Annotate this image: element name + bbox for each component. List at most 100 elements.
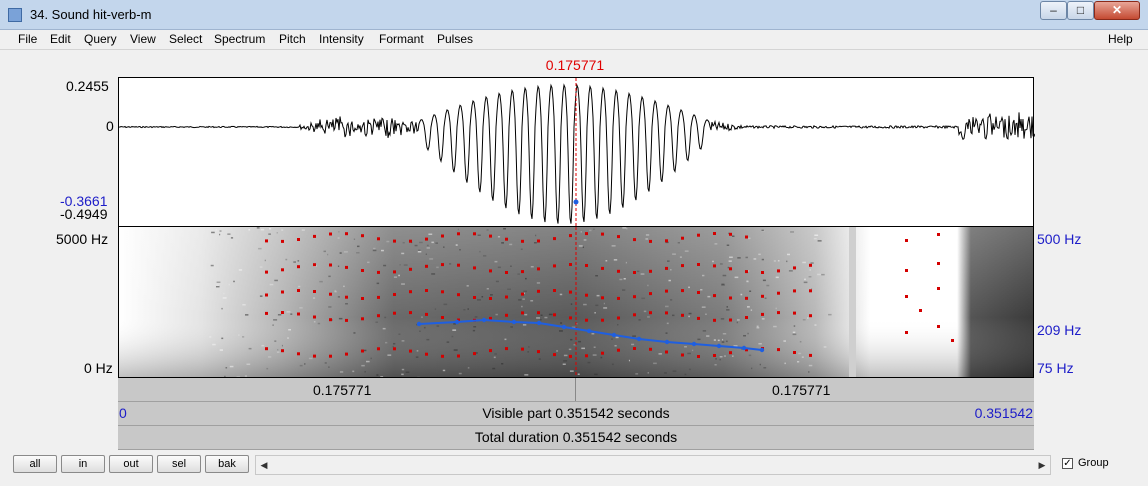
formant-point <box>761 312 764 316</box>
formant-point <box>313 315 316 319</box>
spectrogram-view[interactable] <box>118 227 1034 378</box>
spectrogram-speckle <box>732 235 735 237</box>
spectrogram-speckle <box>209 336 212 338</box>
time-scrollbar[interactable]: ◀ ▶ <box>255 455 1051 475</box>
spectrogram-speckle <box>272 324 274 326</box>
spectrogram-speckle <box>414 244 418 247</box>
formant-point <box>345 232 348 236</box>
menu-help[interactable]: Help <box>1108 32 1133 46</box>
group-checkbox[interactable]: ✓ <box>1062 458 1073 469</box>
spectrogram-svg[interactable] <box>119 227 1034 378</box>
spectrogram-speckle <box>495 313 498 316</box>
scroll-left-icon[interactable]: ◀ <box>257 457 271 473</box>
spectrogram-speckle <box>520 248 523 250</box>
spectrogram-speckle <box>722 333 727 335</box>
menu-query[interactable]: Query <box>84 32 117 46</box>
formant-point <box>569 354 572 358</box>
maximize-button[interactable]: □ <box>1067 1 1094 20</box>
spectrogram-speckle <box>260 228 265 231</box>
zoom-back-button[interactable]: bak <box>205 455 249 473</box>
zoom-selection-button[interactable]: sel <box>157 455 201 473</box>
spectrogram-speckle <box>356 252 360 254</box>
spectrogram-speckle <box>700 289 703 291</box>
menu-formant[interactable]: Formant <box>379 32 424 46</box>
spectrogram-speckle <box>402 242 405 244</box>
spectrogram-speckle <box>647 316 650 318</box>
menu-view[interactable]: View <box>130 32 156 46</box>
right-segment-duration[interactable]: 0.175771 <box>772 382 830 398</box>
spectrogram-speckle <box>219 349 223 351</box>
formant-point <box>585 354 588 358</box>
spectrogram-speckle <box>338 231 340 233</box>
spectrogram-speckle <box>449 263 452 265</box>
spectrogram-burst <box>849 227 856 377</box>
spectrogram-speckle <box>691 349 694 352</box>
spectrogram-speckle <box>384 316 387 319</box>
spectrogram-speckle <box>399 264 401 266</box>
formant-point <box>537 350 540 354</box>
menu-edit[interactable]: Edit <box>50 32 71 46</box>
menu-select[interactable]: Select <box>169 32 202 46</box>
spectrogram-speckle <box>720 263 723 265</box>
waveform-view[interactable] <box>118 77 1036 228</box>
spectrogram-speckle <box>804 278 806 281</box>
spectrogram-speckle <box>281 229 284 231</box>
spectrogram-speckle <box>238 269 243 271</box>
spectrogram-speckle <box>749 290 752 292</box>
spectrogram-speckle <box>339 371 344 373</box>
selection-bar[interactable]: 0.175771 0.175771 <box>118 378 1034 402</box>
visible-end-label: 0.351542 <box>974 405 1033 421</box>
spectrogram-speckle <box>748 237 751 240</box>
formant-point <box>937 262 940 265</box>
left-segment-duration[interactable]: 0.175771 <box>313 382 371 398</box>
spectrogram-speckle <box>611 245 616 247</box>
spectrogram-speckle <box>623 278 626 280</box>
formant-point <box>329 354 332 358</box>
formant-point <box>697 355 700 358</box>
menu-spectrum[interactable]: Spectrum <box>214 32 265 46</box>
formant-point <box>297 289 300 292</box>
zoom-in-button[interactable]: in <box>61 455 105 473</box>
spectrogram-speckle <box>366 360 370 363</box>
spectrogram-speckle <box>688 286 690 289</box>
zoom-all-button[interactable]: all <box>13 455 57 473</box>
formant-point <box>905 295 908 298</box>
waveform-svg[interactable] <box>118 78 1036 228</box>
spectrogram-speckle <box>298 285 301 288</box>
formant-point <box>649 269 652 273</box>
formant-point <box>553 264 556 268</box>
close-button[interactable]: ✕ <box>1094 1 1140 20</box>
spectrogram-speckle <box>684 373 687 376</box>
spectrogram-speckle <box>622 227 627 229</box>
scroll-right-icon[interactable]: ▶ <box>1035 457 1049 473</box>
formant-point <box>441 263 444 267</box>
spectrogram-speckle <box>486 229 489 231</box>
spectrogram-speckle <box>540 318 542 321</box>
spectrogram-speckle <box>787 253 790 256</box>
menu-pulses[interactable]: Pulses <box>437 32 473 46</box>
formant-point <box>505 347 508 351</box>
zoom-out-button[interactable]: out <box>109 455 153 473</box>
spectrogram-speckle <box>376 282 380 285</box>
menu-file[interactable]: File <box>18 32 37 46</box>
spectrogram-speckle <box>403 264 408 266</box>
spectrogram-speckle <box>817 240 822 242</box>
spectrogram-speckle <box>256 227 260 229</box>
total-duration-bar[interactable]: Total duration 0.351542 seconds <box>118 426 1034 450</box>
menu-pitch[interactable]: Pitch <box>279 32 306 46</box>
formant-point <box>457 293 460 297</box>
minimize-button[interactable]: – <box>1040 1 1067 20</box>
spectrogram-speckle <box>518 299 522 301</box>
spectrogram-speckle <box>548 313 553 316</box>
spectrogram-speckle <box>758 343 762 345</box>
spectrogram-speckle <box>446 341 450 343</box>
visible-part-bar[interactable]: 0 Visible part 0.351542 seconds 0.351542 <box>118 402 1034 426</box>
formant-point <box>793 351 796 354</box>
formant-point <box>297 265 300 269</box>
menu-intensity[interactable]: Intensity <box>319 32 364 46</box>
formant-point <box>745 235 748 239</box>
spectrogram-speckle <box>467 308 469 310</box>
spectrogram-speckle <box>797 361 800 363</box>
spectrogram-speckle <box>227 233 231 235</box>
formant-point <box>361 349 364 353</box>
